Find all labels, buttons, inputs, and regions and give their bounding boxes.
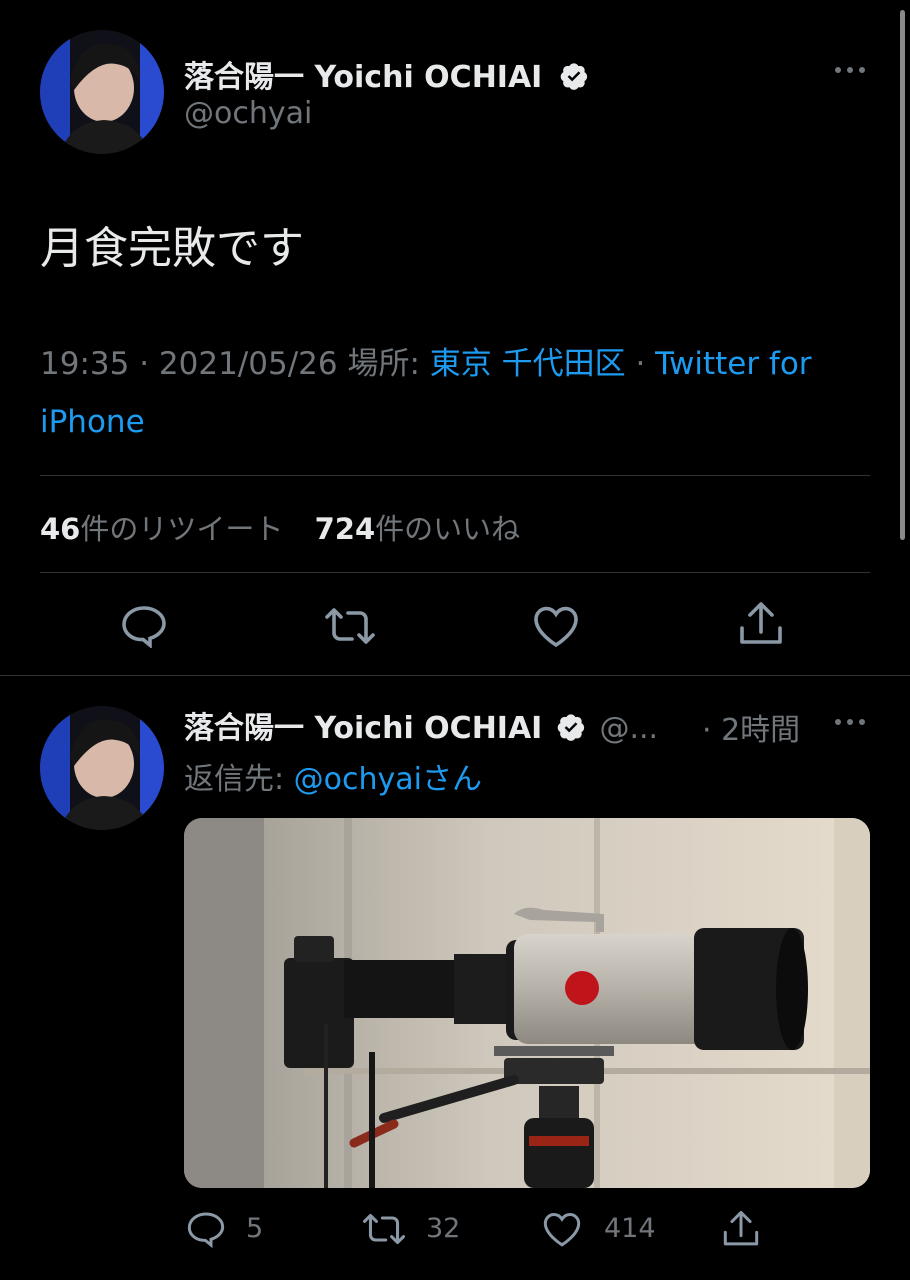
reply-like-count: 414 — [604, 1213, 656, 1244]
verified-badge-icon — [556, 712, 586, 742]
meta-separator: · — [625, 346, 656, 382]
like-icon[interactable] — [532, 604, 580, 648]
replying-to: 返信先: @ochyaiさん — [184, 754, 482, 798]
like-count: 724 — [314, 512, 376, 546]
retweet-label: 件のリツイート — [80, 512, 284, 546]
reply-retweet-count: 32 — [426, 1213, 461, 1244]
tweet-time[interactable]: 19:35 — [40, 346, 129, 382]
reply-time[interactable]: · 2時間 — [702, 705, 800, 749]
source-link-continued[interactable]: iPhone — [40, 404, 145, 440]
like-stat[interactable]: 724件のいいね — [315, 512, 521, 546]
replying-to-handle[interactable]: @ochyaiさん — [294, 762, 482, 797]
like-label: 件のいいね — [375, 512, 521, 546]
reply-more-options-icon[interactable] — [832, 712, 868, 732]
retweet-stat[interactable]: 46件のリツイート — [40, 512, 293, 546]
reply-header: 落合陽一 Yoichi OCHIAI @... — [184, 703, 658, 747]
reply-share-icon[interactable] — [722, 1208, 760, 1250]
divider — [0, 675, 910, 676]
reply-author-name[interactable]: 落合陽一 Yoichi OCHIAI — [184, 711, 542, 746]
reply-icon[interactable] — [120, 604, 168, 648]
retweet-icon[interactable] — [324, 604, 376, 648]
reply-author-handle[interactable]: @... — [599, 711, 658, 746]
share-icon[interactable] — [738, 600, 784, 648]
author-avatar[interactable] — [40, 30, 164, 154]
reply-like-icon[interactable] — [542, 1210, 582, 1248]
author-handle[interactable]: @ochyai — [184, 96, 312, 131]
meta-separator: · — [129, 346, 159, 382]
reply-reply-count: 5 — [246, 1213, 264, 1244]
tweet-photo[interactable] — [184, 818, 870, 1188]
replying-to-label: 返信先: — [184, 762, 294, 797]
reply-author-avatar[interactable] — [40, 706, 164, 830]
location-link[interactable]: 東京 千代田区 — [430, 346, 626, 382]
tweet-text: 月食完敗です — [40, 223, 304, 274]
verified-badge-icon — [559, 61, 589, 91]
author-name[interactable]: 落合陽一 Yoichi OCHIAI — [184, 52, 589, 96]
source-link[interactable]: Twitter for — [655, 346, 811, 382]
author-name-text[interactable]: 落合陽一 Yoichi OCHIAI — [184, 60, 542, 95]
more-options-icon[interactable] — [832, 60, 868, 80]
location-label: 場所: — [337, 346, 430, 382]
tweet-date[interactable]: 2021/05/26 — [159, 346, 338, 382]
reply-reply-icon[interactable] — [186, 1210, 226, 1248]
retweet-count: 46 — [40, 512, 81, 546]
tweet-stats: 46件のリツイート 724件のいいね — [40, 506, 520, 548]
divider — [40, 572, 870, 573]
divider — [40, 475, 870, 476]
tweet-meta: 19:35 · 2021/05/26 場所: 東京 千代田区 · Twitter… — [40, 338, 812, 383]
scrollbar[interactable] — [900, 10, 905, 540]
reply-retweet-icon[interactable] — [362, 1210, 406, 1248]
